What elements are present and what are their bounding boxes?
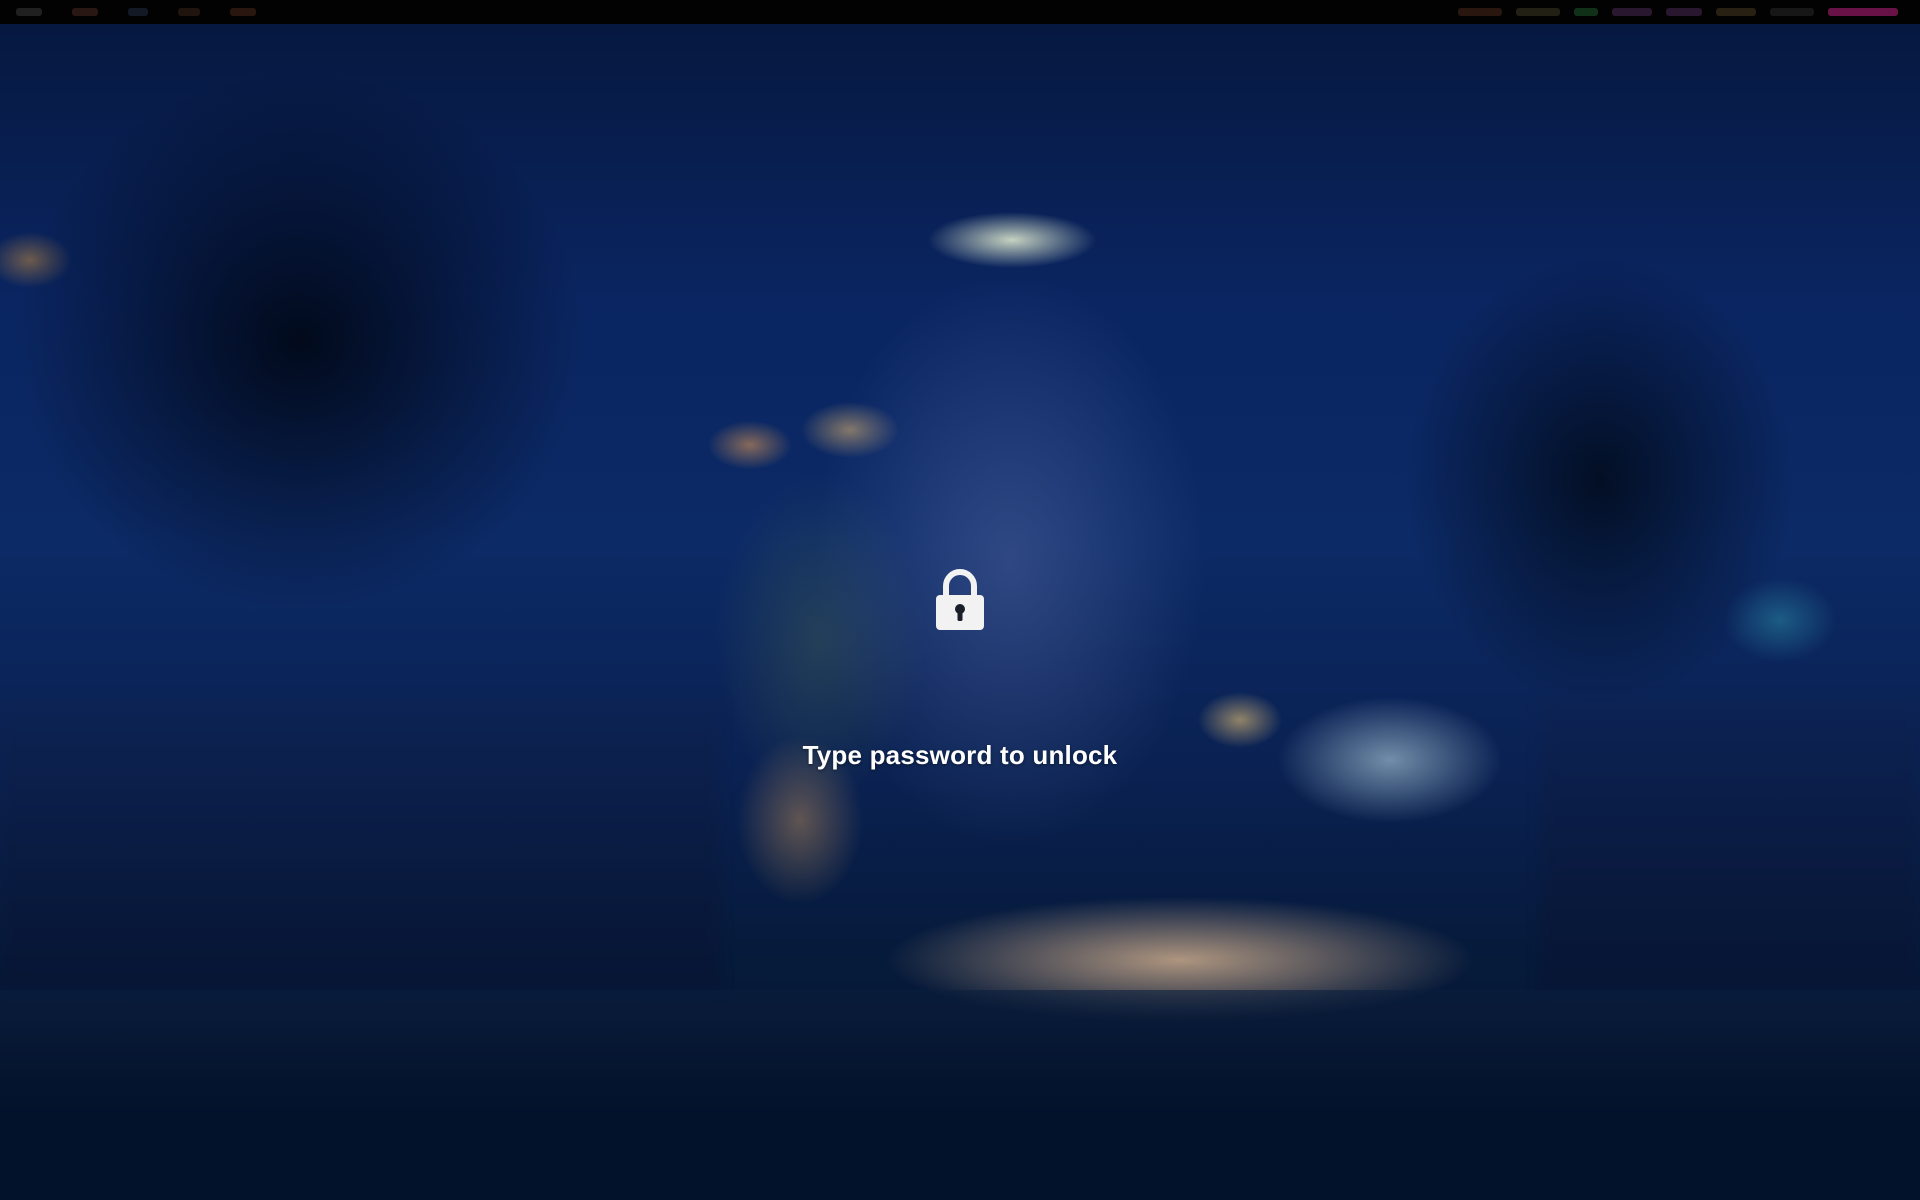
unlock-prompt-text: Type password to unlock <box>802 740 1118 770</box>
password-input[interactable] <box>760 680 1164 722</box>
workspace-indicator-3-icon <box>128 8 148 16</box>
status-indicator-4-icon <box>1612 8 1652 16</box>
workspace-indicator-2-icon <box>72 8 98 16</box>
status-indicator-5-icon <box>1666 8 1702 16</box>
wallpaper-ground <box>0 990 1920 1200</box>
workspace-indicator-1-icon <box>16 8 42 16</box>
status-indicator-2-icon <box>1516 8 1560 16</box>
status-indicator-1-icon <box>1458 8 1502 16</box>
status-indicator-8-icon <box>1828 8 1898 16</box>
status-indicator-6-icon <box>1716 8 1756 16</box>
status-indicator-7-icon <box>1770 8 1814 16</box>
workspace-indicator-5-icon <box>230 8 256 16</box>
workspace-indicator-4-icon <box>178 8 200 16</box>
lock-screen: Type password to unlock <box>0 0 1920 1200</box>
top-status-bar <box>0 0 1920 24</box>
padlock-icon <box>936 569 984 630</box>
topbar-right-group <box>1458 4 1912 20</box>
topbar-left-group <box>16 4 286 20</box>
status-indicator-3-icon <box>1574 8 1598 16</box>
